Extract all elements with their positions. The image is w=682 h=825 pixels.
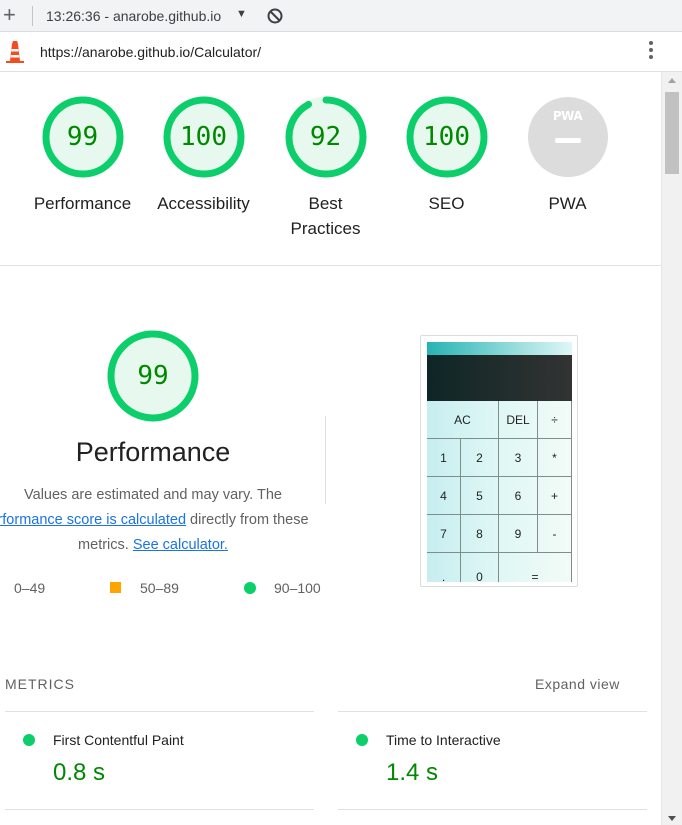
scroll-thumb[interactable] [665,92,679,174]
calculator-key: 8 [461,515,499,553]
calculator-preview: AC DEL ÷ 1 2 3 * 4 5 6 +7 8 9-. 0 = [427,342,572,582]
metric-divider [338,809,647,810]
address-bar: https://anarobe.github.io/Calculator/ [0,32,682,72]
metric-title: Time to Interactive [386,732,501,748]
calculator-key: 7 [427,515,461,553]
calculator-key: + [538,477,572,515]
description-text: Values are estimated and may vary. The [24,487,282,503]
pwa-badge-icon: PWA [527,97,608,177]
score-calculation-link[interactable]: rformance score is calculated [0,512,186,528]
performance-score: 99 [137,361,169,391]
more-options-icon[interactable] [648,41,654,63]
average-square-icon [110,582,121,593]
gauge-performance[interactable]: 99 Performance [22,96,143,216]
score-ring: 99 [42,96,124,178]
calculator-key: ÷ [538,401,572,439]
pass-circle-icon [244,582,256,594]
scroll-up-arrow-icon[interactable] [668,78,676,83]
metric-divider [5,809,314,810]
vertical-scrollbar[interactable] [661,72,682,825]
expand-view-button[interactable]: Expand view [535,676,620,692]
legend-pass: 90–100 [274,580,321,596]
lighthouse-icon [6,41,24,63]
calculator-key: = [499,553,572,582]
calculator-key: 0 [461,553,499,582]
tab-divider [32,6,33,26]
description-text: directly from these [186,512,309,528]
block-icon[interactable] [266,7,284,25]
gauge-label: PWA [548,194,587,213]
url-field[interactable]: https://anarobe.github.io/Calculator/ [40,44,261,60]
performance-gauge: 99 [107,330,199,422]
score-ring: 100 [163,96,245,178]
description-text: metrics. [78,537,133,553]
calculator-key: - [538,515,572,553]
gauge-score: 99 [66,122,99,152]
calculator-key: 6 [499,477,538,515]
gauge-label: SEO [428,194,465,213]
calculator-key: 3 [499,439,538,477]
calculator-key: AC [427,401,499,439]
pass-circle-icon [23,734,35,746]
score-ring: 92 [285,96,367,178]
performance-description: Values are estimated and may vary. The r… [0,483,326,558]
calculator-key: * [538,439,572,477]
gauge-label: Accessibility [157,194,250,213]
gauge-pwa[interactable]: PWA PWA [507,97,628,216]
gauge-accessibility[interactable]: 100 Accessibility [143,96,264,216]
pass-circle-icon [356,734,368,746]
new-tab-icon[interactable]: + [3,3,16,27]
chevron-down-icon[interactable]: ▼ [236,8,247,20]
gauge-score: 100 [180,122,227,152]
pwa-dash [554,138,581,143]
metric-divider [5,711,314,712]
metrics-heading: METRICS [5,676,75,692]
pwa-logo-text: PWA [552,109,583,123]
column-divider [325,416,326,504]
gauge-best-practices[interactable]: 92 Best Practices [265,96,386,241]
gauge-score: 92 [309,122,342,152]
calculator-key: . [427,553,461,582]
gauge-label: Best Practices [290,194,361,238]
calculator-key: DEL [499,401,538,439]
legend-fail: 0–49 [14,580,46,596]
tab-title[interactable]: 13:26:36 - anarobe.github.io [46,8,221,24]
final-screenshot: AC DEL ÷ 1 2 3 * 4 5 6 +7 8 9-. 0 = [420,335,578,587]
calculator-key: 9 [499,515,538,553]
calculator-key: 1 [427,439,461,477]
metric-title: First Contentful Paint [53,732,184,748]
calculator-key: 5 [461,477,499,515]
score-ring: 100 [406,96,488,178]
calculator-key: 2 [461,439,499,477]
section-divider [0,265,661,266]
calculator-key: 4 [427,477,461,515]
calculator-display [427,355,572,401]
gauge-seo[interactable]: 100 SEO [386,96,507,216]
performance-title: Performance [75,437,231,467]
metric-divider [338,711,647,712]
legend-average: 50–89 [140,580,179,596]
metric-value: 0.8 s [53,759,106,786]
gauge-score: 100 [423,122,470,152]
see-calculator-link[interactable]: See calculator. [133,537,228,553]
metric-value: 1.4 s [386,759,439,786]
scroll-down-arrow-icon[interactable] [668,816,676,821]
gauge-label: Performance [33,194,132,213]
calculator-header [427,342,572,355]
browser-tab-strip: + 13:26:36 - anarobe.github.io ▼ [0,0,682,32]
